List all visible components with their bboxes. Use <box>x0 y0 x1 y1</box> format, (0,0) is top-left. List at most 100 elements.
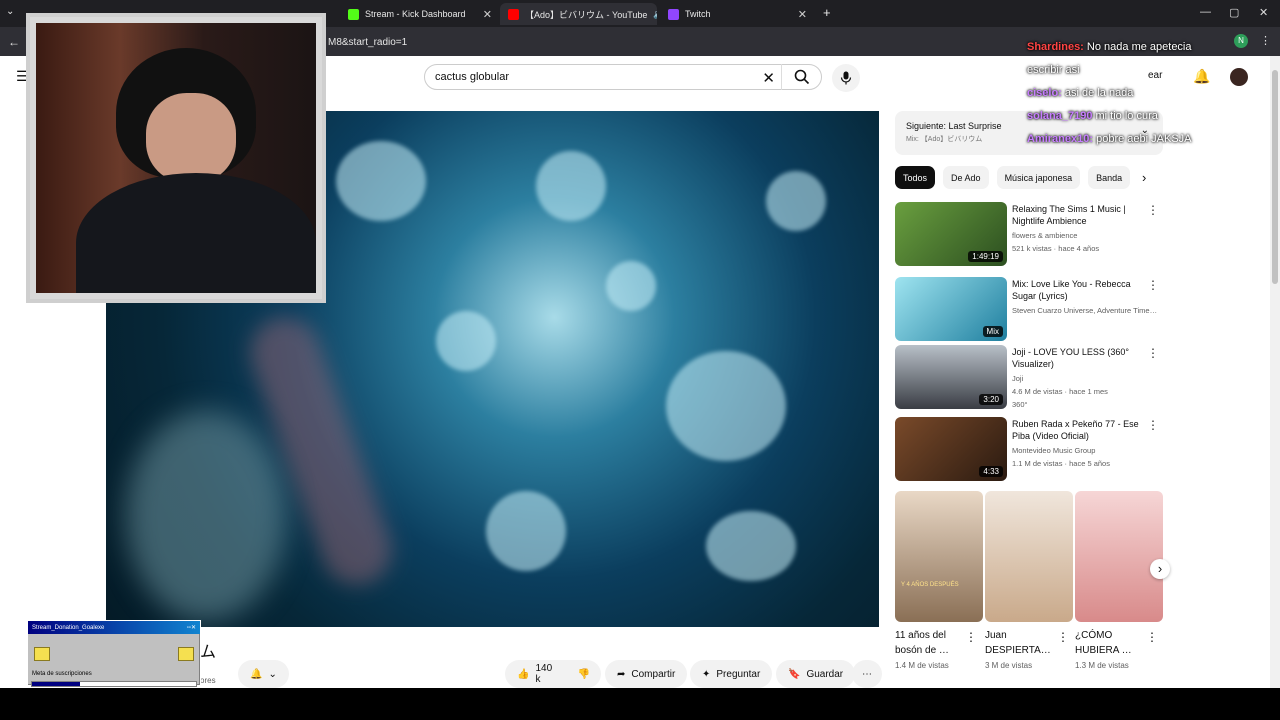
video-title: Joji - LOVE YOU LESS (360° Visualizer) <box>1012 347 1129 369</box>
folder-icon <box>178 647 194 661</box>
youtube-icon <box>508 8 519 20</box>
recommendation-item[interactable]: 4:33 Ruben Rada x Pekeño 77 - Ese Piba (… <box>895 417 1165 481</box>
duration-badge: 3:20 <box>979 394 1003 405</box>
close-window-icon[interactable]: ✕ <box>1259 6 1268 19</box>
more-icon[interactable]: ⋮ <box>1147 278 1159 292</box>
channel-name: Montevideo Music Group <box>1012 446 1096 455</box>
folder-icon <box>34 647 50 661</box>
share-button[interactable]: ➦ Compartir <box>605 660 688 688</box>
video-title: ム <box>200 644 217 661</box>
short-title[interactable]: Juan DESPIERTA… <box>985 628 1051 658</box>
like-count: 140 k <box>535 663 553 685</box>
voice-search-button[interactable] <box>832 64 860 92</box>
chat-message: solana_7190 mi tio lo cura <box>1027 110 1158 122</box>
url-text[interactable]: M8&start_radio=1 <box>328 37 407 48</box>
search-button[interactable] <box>781 64 821 90</box>
thumbs-down-icon: 👎 <box>577 668 591 680</box>
sparkle-icon: ✦ <box>702 668 711 680</box>
filter-chips: Todos De Ado Música japonesa Banda <box>895 166 1131 190</box>
chip-todos[interactable]: Todos <box>895 166 936 189</box>
share-icon: ➦ <box>617 668 626 680</box>
subscribe-bell-button[interactable]: 🔔 ⌄ <box>238 660 289 688</box>
short-caption: Y 4 AÑOS DESPUÉS <box>901 582 959 588</box>
video-title: Relaxing The Sims 1 Music | Nightlife Am… <box>1012 204 1126 226</box>
taskbar <box>0 688 1280 720</box>
tab-menu-icon[interactable]: ⌄ <box>6 6 14 17</box>
chat-message: Amiranex10: pobre aebi JAKSJA <box>1027 133 1192 145</box>
more-icon[interactable]: ⋮ <box>1147 418 1159 432</box>
more-icon[interactable]: ⋮ <box>965 630 977 644</box>
duration-badge: Mix <box>982 326 1003 337</box>
channel-name: Steven Cuarzo Universe, Adventure Time… <box>1012 306 1158 315</box>
short-views: 3 M de vistas <box>985 661 1033 670</box>
stream-chat-overlay: Shardines: No nada me apetecia escribir … <box>1027 36 1267 151</box>
ask-button[interactable]: ✦ Preguntar <box>690 660 773 688</box>
short-thumbnail[interactable]: Y 4 AÑOS DESPUÉS <box>895 491 983 622</box>
search-box[interactable]: cactus globular ✕ <box>424 64 822 90</box>
kick-icon <box>348 8 359 20</box>
goal-progress-bar <box>31 681 197 687</box>
minimize-icon[interactable]: — <box>1200 6 1211 18</box>
thumbs-up-icon: 👍 <box>517 668 530 680</box>
chip-banda[interactable]: Banda <box>1088 166 1131 189</box>
search-icon <box>794 69 809 85</box>
like-button[interactable]: 👍 140 k <box>505 660 567 688</box>
tab-label: 【Ado】ビバリウム - YouTube <box>525 9 648 20</box>
short-views: 1.3 M de vistas <box>1075 661 1129 670</box>
back-icon[interactable]: ← <box>8 35 20 49</box>
recommendation-item[interactable]: 1:49:19 Relaxing The Sims 1 Music | Nigh… <box>895 202 1165 266</box>
more-actions-button[interactable]: ⋯ <box>852 660 882 688</box>
scrollbar-thumb[interactable] <box>1272 70 1278 284</box>
chip-de-ado[interactable]: De Ado <box>943 166 989 189</box>
more-icon[interactable]: ⋮ <box>1147 203 1159 217</box>
short-title[interactable]: ¿CÓMO HUBIERA … <box>1075 628 1141 658</box>
chevron-right-icon[interactable]: › <box>1142 170 1146 185</box>
more-icon: ⋯ <box>862 668 872 680</box>
tab-label: Stream - Kick Dashboard <box>365 9 466 19</box>
twitch-icon <box>668 8 679 20</box>
more-icon[interactable]: ⋮ <box>1057 630 1069 644</box>
short-views: 1.4 M de vistas <box>895 661 949 670</box>
recommendation-item[interactable]: 3:20 Joji - LOVE YOU LESS (360° Visualiz… <box>895 345 1165 409</box>
more-icon[interactable]: ⋮ <box>1146 630 1158 644</box>
channel-name: Joji <box>1012 374 1024 383</box>
goal-progress-fill <box>32 682 80 686</box>
clear-search-icon[interactable]: ✕ <box>762 69 775 87</box>
short-thumbnail[interactable] <box>985 491 1073 622</box>
goal-label: Meta de suscripciones <box>32 671 92 677</box>
short-title[interactable]: 11 años del bosón de … <box>895 628 955 658</box>
new-tab-icon[interactable]: + <box>823 5 831 20</box>
bookmark-icon: 🔖 <box>788 668 801 680</box>
close-icon[interactable]: ✕ <box>483 8 492 21</box>
bell-icon: 🔔 <box>250 668 263 680</box>
tab-youtube[interactable]: 【Ado】ビバリウム - YouTube 🔊 ✕ <box>500 3 657 25</box>
dislike-button[interactable]: 👎 <box>567 660 601 688</box>
more-icon[interactable]: ⋮ <box>1147 346 1159 360</box>
video-badge: 360° <box>1012 400 1028 409</box>
tab-twitch[interactable]: Twitch ✕ <box>660 3 815 25</box>
video-thumbnail: 4:33 <box>895 417 1007 481</box>
video-thumbnail: 1:49:19 <box>895 202 1007 266</box>
video-meta: 4.6 M de vistas · hace 1 mes <box>1012 387 1108 396</box>
chevron-right-icon[interactable]: › <box>1150 559 1170 579</box>
microphone-icon <box>840 71 852 85</box>
video-title: Ruben Rada x Pekeño 77 - Ese Piba (Video… <box>1012 419 1139 441</box>
duration-badge: 4:33 <box>979 466 1003 477</box>
goal-title-bar: Stream_Donation_Goalexe ▫▫✕ <box>28 621 200 634</box>
chip-musica-japonesa[interactable]: Música japonesa <box>996 166 1081 189</box>
close-icon[interactable]: ✕ <box>798 8 807 21</box>
recommendation-item[interactable]: Mix Mix: Love Like You - Rebecca Sugar (… <box>895 277 1165 341</box>
chat-message: Shardines: No nada me apetecia <box>1027 41 1192 53</box>
chat-message: escribir asi <box>1027 64 1080 76</box>
chevron-down-icon: ⌄ <box>268 668 277 680</box>
subscriber-count: ores <box>200 676 216 685</box>
maximize-icon[interactable]: ▢ <box>1229 6 1239 19</box>
short-thumbnail[interactable] <box>1075 491 1163 622</box>
chat-message: ciselo: asi de la nada <box>1027 87 1134 99</box>
speaker-icon[interactable]: 🔊 <box>653 9 657 20</box>
video-thumbnail: Mix <box>895 277 1007 341</box>
tab-kick[interactable]: Stream - Kick Dashboard ✕ <box>340 3 500 25</box>
search-input[interactable]: cactus globular <box>435 71 509 83</box>
donation-goal-widget: Stream_Donation_Goalexe ▫▫✕ Meta de suscr… <box>27 620 201 687</box>
save-button[interactable]: 🔖 Guardar <box>776 660 856 688</box>
